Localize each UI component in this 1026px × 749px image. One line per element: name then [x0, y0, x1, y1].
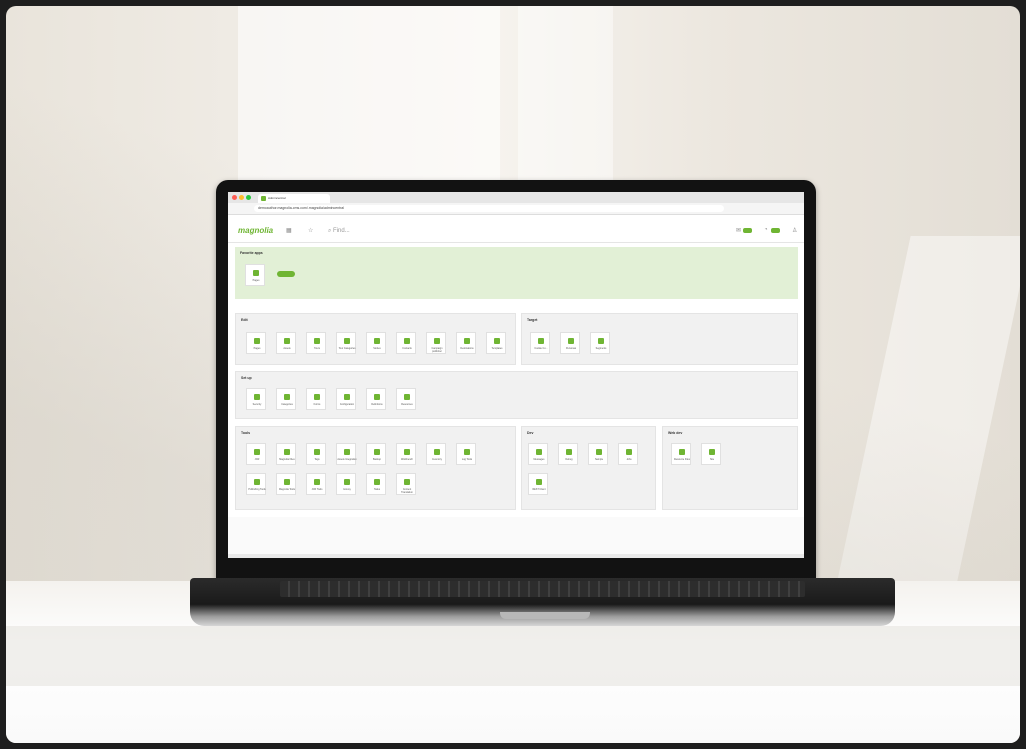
app-tile[interactable]: Debug: [558, 443, 578, 465]
group-title: Tools: [241, 431, 251, 435]
grid-icon[interactable]: ▦: [286, 227, 292, 234]
app-tile[interactable]: Destinations: [456, 332, 476, 354]
app-tile[interactable]: Jobs: [618, 443, 638, 465]
app-tile[interactable]: Personas: [560, 332, 580, 354]
group-title: Set up: [241, 376, 252, 380]
group-dev: Dev Messages Debug Sample Jobs REST Clie…: [521, 426, 656, 510]
app-tile[interactable]: Definitions: [366, 388, 386, 410]
star-icon[interactable]: ☆: [308, 227, 313, 234]
tasks-badge: [743, 228, 752, 233]
group-tools: Tools JCR Magnolia Files Tags Assets Int…: [235, 426, 516, 510]
group-title: Web dev: [668, 431, 683, 435]
minimize-dot-icon[interactable]: [239, 195, 244, 200]
app-tile[interactable]: Inventory: [426, 443, 446, 465]
user-icon[interactable]: ♙: [792, 227, 797, 234]
app-tile[interactable]: Tour Categories: [336, 332, 356, 354]
tab-title: Admincentral: [268, 196, 286, 200]
screen-ledge: [228, 554, 804, 558]
app-tile[interactable]: Campaign publisher: [426, 332, 446, 354]
group-target: Target Cookie Co... Personas Segments: [521, 313, 798, 365]
app-tile[interactable]: Magnolia Files: [276, 443, 296, 465]
favicon-icon: [261, 196, 266, 201]
app-tile[interactable]: Content Translation: [396, 473, 416, 495]
app-tile[interactable]: Publishing Tools: [246, 473, 266, 495]
app-tile[interactable]: Tasks: [366, 473, 386, 495]
app-tile[interactable]: Assets: [276, 332, 296, 354]
laptop-notch: [500, 612, 590, 619]
app-tile[interactable]: Tours: [306, 332, 326, 354]
url-field[interactable]: demoauthor.magnolia-cms.com/.magnolia/ad…: [254, 205, 724, 212]
app-tile[interactable]: Log Tools: [456, 443, 476, 465]
browser-tabbar: Admincentral: [228, 192, 804, 203]
app-tile[interactable]: Pages: [245, 264, 265, 286]
app-tile[interactable]: Resource Files: [671, 443, 691, 465]
app-tile[interactable]: Backup: [366, 443, 386, 465]
find-input[interactable]: ⌕ Find...: [328, 228, 350, 235]
app-tile[interactable]: Sample: [588, 443, 608, 465]
app-tile[interactable]: Cookie Co...: [530, 332, 550, 354]
app-tile[interactable]: Assets Integration: [336, 443, 357, 465]
app-tile[interactable]: Pages: [246, 332, 266, 354]
app-tile[interactable]: Groovy: [336, 473, 356, 495]
browser-urlbar: demoauthor.magnolia-cms.com/.magnolia/ad…: [228, 203, 804, 215]
app-tile[interactable]: Site: [701, 443, 721, 465]
app-header: magnolia ▦ ☆ ⌕ Find... ✉ ◔ ♙: [228, 220, 804, 243]
browser-tab[interactable]: Admincentral: [258, 194, 330, 203]
app-tile[interactable]: Stories: [366, 332, 386, 354]
laptop-screen: Admincentral demoauthor.magnolia-cms.com…: [228, 192, 804, 558]
app-tile[interactable]: Configuration: [336, 388, 356, 410]
group-title: Target: [527, 318, 538, 322]
app-tile[interactable]: Tags: [306, 443, 326, 465]
app-tile[interactable]: JCR: [246, 443, 266, 465]
app-tile[interactable]: Security: [246, 388, 266, 410]
app-tile[interactable]: Magnolia Tools: [276, 473, 296, 495]
app-tile[interactable]: Segments: [590, 332, 610, 354]
tasks-icon[interactable]: ✉: [736, 227, 741, 234]
app-tile[interactable]: Resources: [396, 388, 416, 410]
group-title: Dev: [527, 431, 534, 435]
maximize-dot-icon[interactable]: [246, 195, 251, 200]
app-tile[interactable]: REST Client: [528, 473, 548, 495]
close-dot-icon[interactable]: [232, 195, 237, 200]
favorites-title: Favorite apps: [240, 251, 263, 255]
app-tile[interactable]: Templates: [486, 332, 506, 354]
laptop-keyboard: [280, 581, 805, 597]
app-tile[interactable]: Contacts: [396, 332, 416, 354]
app-tile[interactable]: Categories: [276, 388, 296, 410]
app-tile[interactable]: Forms: [306, 388, 326, 410]
table-edge: [6, 626, 1020, 686]
magnolia-logo: magnolia: [238, 226, 274, 235]
group-edit: Edit Pages Assets Tours Tour Categories …: [235, 313, 516, 365]
favorites-panel: Favorite apps Pages: [235, 247, 798, 299]
app-tile[interactable]: Messages: [528, 443, 548, 465]
group-setup: Set up Security Categories Forms Configu…: [235, 371, 798, 419]
notifications-icon[interactable]: ◔: [764, 227, 768, 233]
group-title: Edit: [241, 318, 248, 322]
screen-footer: [228, 517, 804, 558]
app-tile[interactable]: JCR Tools: [306, 473, 326, 495]
app-tile[interactable]: Workbench: [396, 443, 416, 465]
notifications-badge: [771, 228, 780, 233]
add-favorite-button[interactable]: [277, 271, 295, 277]
group-webdev: Web dev Resource Files Site: [662, 426, 798, 510]
